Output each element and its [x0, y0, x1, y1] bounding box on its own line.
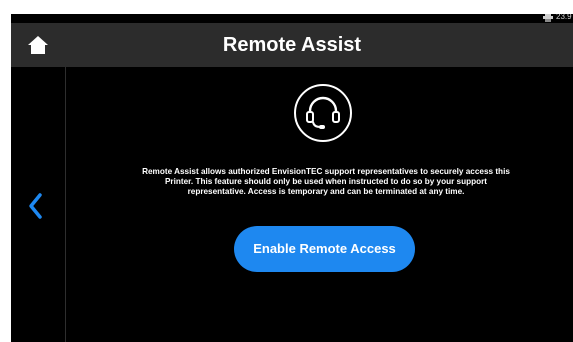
chevron-left-icon — [29, 193, 42, 219]
left-rail — [11, 67, 66, 342]
temperature-readout: 23.9 ° — [556, 14, 573, 21]
device-screen: 23.9 ° Remote Assist — [11, 14, 573, 342]
home-icon — [28, 36, 48, 54]
enable-remote-access-button[interactable]: Enable Remote Access — [234, 226, 415, 272]
printer-network-icon — [543, 14, 553, 22]
headset-icon-badge — [293, 83, 353, 143]
status-group: 23.9 ° — [543, 14, 573, 22]
main-content: Remote Assist allows authorized Envision… — [66, 67, 573, 342]
home-button[interactable] — [26, 34, 50, 56]
back-button[interactable] — [25, 191, 47, 221]
description-text: Remote Assist allows authorized Envision… — [142, 167, 510, 196]
status-bar: 23.9 ° — [11, 14, 573, 23]
headset-icon — [294, 84, 352, 142]
page-title: Remote Assist — [222, 34, 362, 56]
header-bar: Remote Assist — [11, 23, 573, 67]
